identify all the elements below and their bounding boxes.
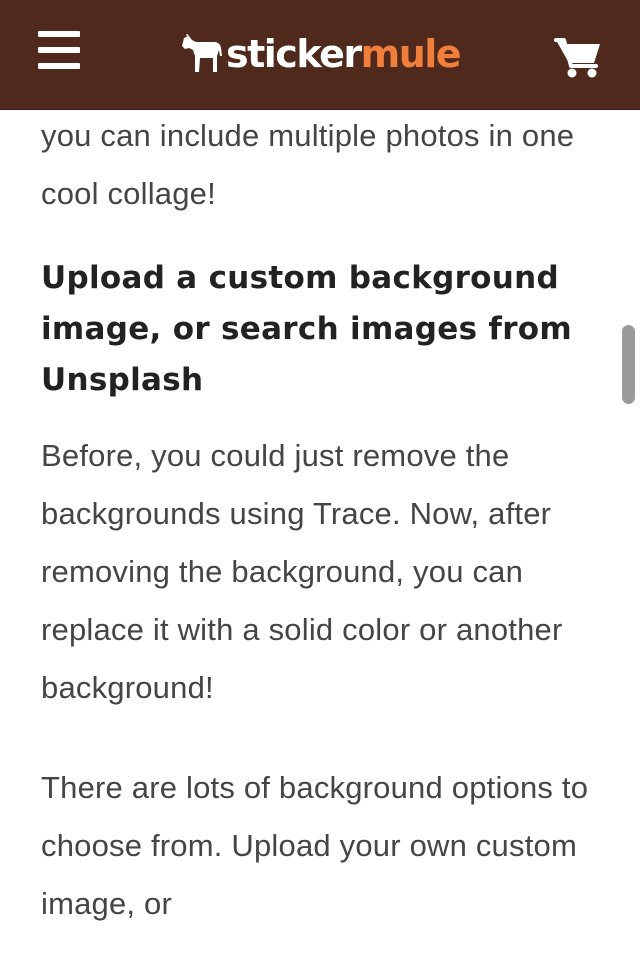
menu-bar: [38, 31, 80, 37]
article-paragraph: There are lots of background options to …: [41, 770, 589, 921]
article-content: you can include multiple photos in one c…: [41, 109, 611, 933]
vertical-scrollbar[interactable]: [622, 325, 635, 404]
cart-glyph: [554, 38, 600, 78]
menu-bar: [38, 47, 80, 53]
logo-word-mule: mule: [360, 32, 462, 76]
mule-icon: [182, 34, 222, 72]
hamburger-menu-icon[interactable]: [38, 31, 82, 73]
logo-text: stickermule: [226, 32, 462, 76]
sticker-mule-logo[interactable]: stickermule: [180, 29, 462, 79]
logo-word-sticker: sticker: [226, 32, 362, 76]
article-paragraph: you can include multiple photos in one c…: [41, 118, 575, 211]
shopping-cart-icon[interactable]: [554, 35, 604, 79]
article-paragraph: Before, you could just remove the backgr…: [41, 438, 563, 705]
site-header: stickermule: [0, 0, 640, 110]
section-heading: Upload a custom background image, or sea…: [41, 260, 573, 398]
menu-bar: [38, 63, 80, 69]
